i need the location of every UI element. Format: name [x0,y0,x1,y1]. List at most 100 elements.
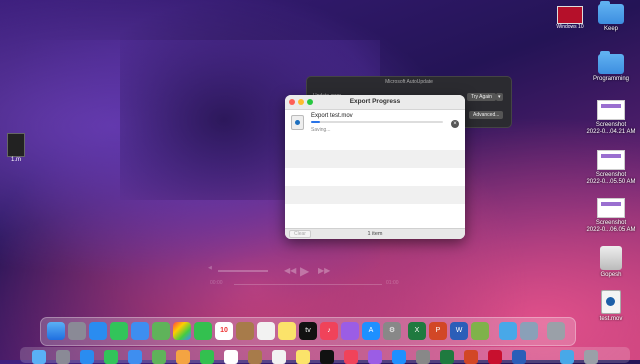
desktop-folder-keep[interactable]: Keep [586,1,636,33]
quicktime-file-icon [291,115,304,130]
downloads-folder-icon[interactable] [499,322,517,340]
reminders-icon[interactable] [272,350,286,364]
safari-icon[interactable] [89,322,107,340]
photos-icon[interactable] [173,322,191,340]
apple-tv-icon[interactable] [320,350,334,364]
quicktime-player-controls: ◀ ◀◀ ▶ ▶▶ 00:00 01:00 [208,262,408,292]
export-task-row: Export test.mov × Saving... [285,110,465,133]
folder-icon [598,1,624,24]
podcasts-icon[interactable] [368,350,382,364]
app-store-icon[interactable]: A [362,322,380,340]
movie-file-icon [601,290,621,314]
downloads-folder-icon[interactable] [560,350,574,364]
calendar-icon[interactable] [224,350,238,364]
quicktime-icon[interactable] [520,322,538,340]
safari-icon[interactable] [80,350,94,364]
export-footer: Clear 1 item [285,228,465,239]
maps-icon[interactable] [152,350,166,364]
finder-icon[interactable] [47,322,65,340]
dock: 10 tv ♪ A ⚙ X P W [40,317,576,346]
music-icon[interactable]: ♪ [320,322,338,340]
apple-tv-icon[interactable]: tv [299,322,317,340]
word-icon[interactable]: W [450,322,468,340]
trash-icon[interactable] [584,350,598,364]
messages-icon[interactable] [110,322,128,340]
rewind-icon[interactable]: ◀◀ [284,266,296,275]
close-window-button[interactable] [289,99,295,105]
clear-button[interactable]: Clear [289,230,311,238]
notes-icon[interactable] [278,322,296,340]
desktop-folder-programming[interactable]: Programming [586,51,636,83]
system-preferences-icon[interactable] [416,350,430,364]
trash-icon[interactable] [547,322,565,340]
launchpad-icon[interactable] [56,350,70,364]
export-progress-bar [311,121,443,123]
fast-forward-icon[interactable]: ▶▶ [318,266,330,275]
windows10-label: Windows 10 [556,24,584,30]
minimize-window-button[interactable] [298,99,304,105]
notes-icon[interactable] [296,350,310,364]
contacts-icon[interactable] [236,322,254,340]
podcasts-icon[interactable] [341,322,359,340]
excel-icon[interactable]: X [408,322,426,340]
music-icon[interactable] [344,350,358,364]
play-icon[interactable]: ▶ [300,264,309,278]
export-status-text: Saving... [311,127,331,133]
calendar-icon[interactable]: 10 [215,322,233,340]
movie-file-icon [7,133,25,157]
finder-icon[interactable] [32,350,46,364]
desktop-file-left[interactable]: 1.m [7,133,25,163]
desktop-screenshot-1[interactable]: Screenshot 2022-0...04.21 AM [586,100,636,136]
desktop-screenshot-3[interactable]: Screenshot 2022-0...06.05 AM [586,198,636,234]
desktop-icon-label: Screenshot 2022-0...04.21 AM [586,122,636,135]
screenshot-thumbnail-icon [597,150,625,170]
facetime-icon[interactable] [200,350,214,364]
advanced-button[interactable]: Advanced... [469,111,504,119]
messages-icon[interactable] [104,350,118,364]
app-icon[interactable] [471,322,489,340]
windows10-vm-icon[interactable]: Windows 10 [556,6,584,30]
drive-icon [600,246,622,270]
reminders-icon[interactable] [257,322,275,340]
host-dock [20,347,630,364]
volume-slider[interactable] [218,270,268,272]
export-file-name: Export test.mov [311,113,353,119]
empty-row [285,168,465,186]
mail-icon[interactable] [131,322,149,340]
autoupdate-title: Microsoft AutoUpdate [385,79,433,85]
desktop-icon-label: Programming [592,76,629,82]
desktop-drive-gopesh[interactable]: Gopesh [586,246,636,279]
powerpoint-icon[interactable] [464,350,478,364]
export-progress-window[interactable]: Export Progress Export test.mov × Saving… [285,95,465,239]
item-count: 1 item [367,231,383,237]
desktop-file-test-mov[interactable]: test.mov [586,290,636,323]
desktop-icon-label: Gopesh [600,272,622,278]
export-titlebar[interactable]: Export Progress [285,95,465,110]
desktop-icon-label: Screenshot 2022-0...05.50 AM [586,172,636,185]
parallels-icon[interactable] [488,350,502,364]
chevron-down-icon[interactable]: ▾ [496,93,503,101]
cancel-export-icon[interactable]: × [451,120,459,128]
maps-icon[interactable] [152,322,170,340]
empty-row [285,204,465,222]
mail-icon[interactable] [128,350,142,364]
app-store-icon[interactable] [392,350,406,364]
excel-icon[interactable] [440,350,454,364]
try-again-button[interactable]: Try Again [467,93,496,101]
time-remaining: 01:00 [386,280,399,286]
facetime-icon[interactable] [194,322,212,340]
empty-row [285,132,465,150]
system-preferences-icon[interactable]: ⚙ [383,322,401,340]
volume-icon[interactable]: ◀ [208,265,212,271]
desktop-icon-label: Keep [603,26,618,32]
powerpoint-icon[interactable]: P [429,322,447,340]
folder-icon [598,51,624,74]
playback-scrubber[interactable] [234,284,382,285]
zoom-window-button[interactable] [307,99,313,105]
desktop-screenshot-2[interactable]: Screenshot 2022-0...05.50 AM [586,150,636,186]
photos-icon[interactable] [176,350,190,364]
word-icon[interactable] [512,350,526,364]
contacts-icon[interactable] [248,350,262,364]
desktop-icon-label: Screenshot 2022-0...06.05 AM [586,220,636,233]
launchpad-icon[interactable] [68,322,86,340]
